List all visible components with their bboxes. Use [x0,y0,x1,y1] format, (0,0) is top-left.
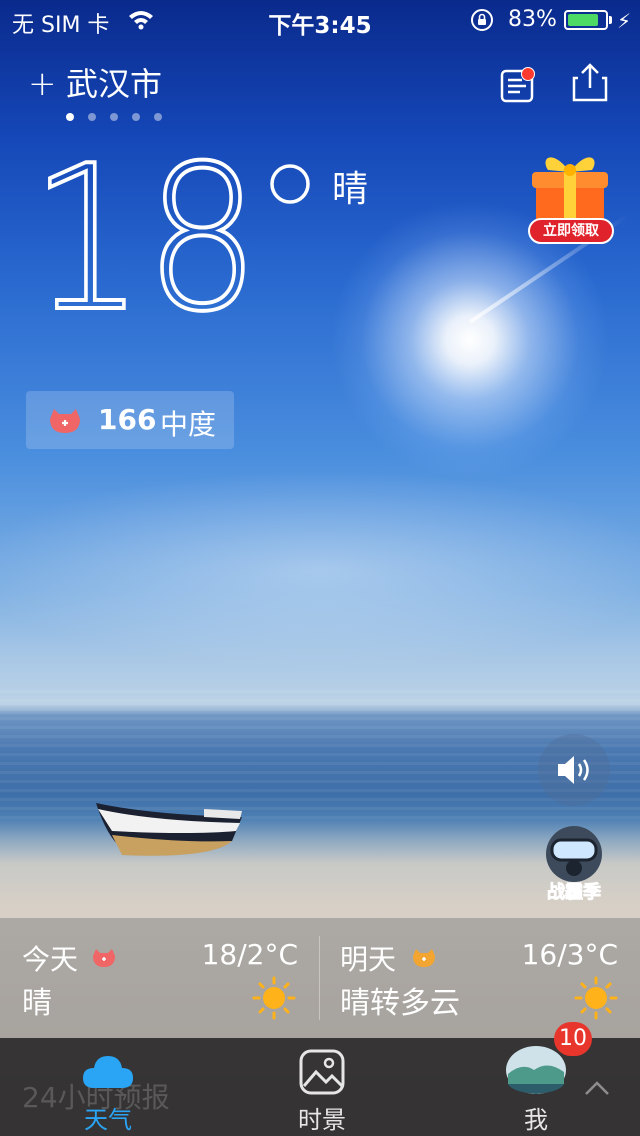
battery-percent: 83% [508,7,557,32]
tomorrow-temp-range: 16/3°C [521,938,618,971]
forecast-divider [319,936,320,1020]
tab-me-label: 我 [524,1106,548,1134]
charging-icon: ⚡ [617,9,632,33]
page-dot [110,113,118,121]
promo-claim-button[interactable]: 立即领取 [528,218,614,244]
battery-icon [564,10,608,30]
page-dot [66,113,74,121]
tab-weather-label: 天气 [84,1106,132,1134]
anti-smog-mascot-icon[interactable]: 战霾季 [536,824,612,904]
today-condition: 晴 [22,986,52,1021]
news-unread-dot [521,67,535,81]
page-dot [88,113,96,121]
boat-image [96,803,242,856]
aqi-value: 166 [98,403,157,436]
temperature-value: 18 [30,150,260,320]
today-sun-icon [252,976,296,1020]
page-dot [154,113,162,121]
aqi-level: 中度 [160,408,217,441]
weather-screen: 无 SIM 卡 下午3:45 83% ⚡ + 武汉市 18 晴 立即领取 166… [0,0,640,1136]
mascot-label: 战霾季 [547,882,601,903]
aqi-pill[interactable]: 166 中度 [26,391,234,449]
me-notification-badge: 10 [554,1022,592,1056]
battery-tip [609,16,612,24]
cloud-icon [83,1056,133,1088]
avatar-icon [506,1046,566,1094]
share-icon[interactable] [570,62,610,104]
status-bar: 无 SIM 卡 下午3:45 83% ⚡ [0,0,640,40]
tomorrow-label: 明天 [340,943,397,976]
tomorrow-aqi-icon [413,949,435,967]
page-indicator [66,113,162,121]
tab-weather[interactable]: 天气 [48,1038,168,1136]
tab-bar: 24小时预报 天气 时景 我 [0,1038,640,1136]
page-dot [132,113,140,121]
sound-button[interactable] [538,734,610,806]
tomorrow-sun-icon [574,976,618,1020]
forecast-strip[interactable]: 今天 18/2°C 晴 明天 16/3°C 晴转多云 [0,918,640,1038]
today-temp-range: 18/2°C [201,938,298,971]
cloud-haze [0,470,640,670]
city-name[interactable]: 武汉市 [66,64,162,104]
tab-scene[interactable]: 时景 [262,1038,382,1136]
photo-icon [299,1049,345,1095]
today-label: 今天 [22,943,79,976]
tomorrow-condition: 晴转多云 [340,986,460,1021]
battery-fill [568,14,598,26]
speaker-icon [558,756,589,784]
tab-scene-label: 时景 [298,1106,346,1134]
degree-symbol [270,164,310,204]
temperature-display: 18 [30,150,262,320]
rotation-lock-icon [471,9,493,31]
current-condition: 晴 [332,169,369,210]
chevron-up-icon[interactable] [584,1080,610,1096]
aqi-face-icon [50,409,80,433]
add-city-button[interactable]: + [28,64,57,104]
today-aqi-icon [93,949,115,967]
